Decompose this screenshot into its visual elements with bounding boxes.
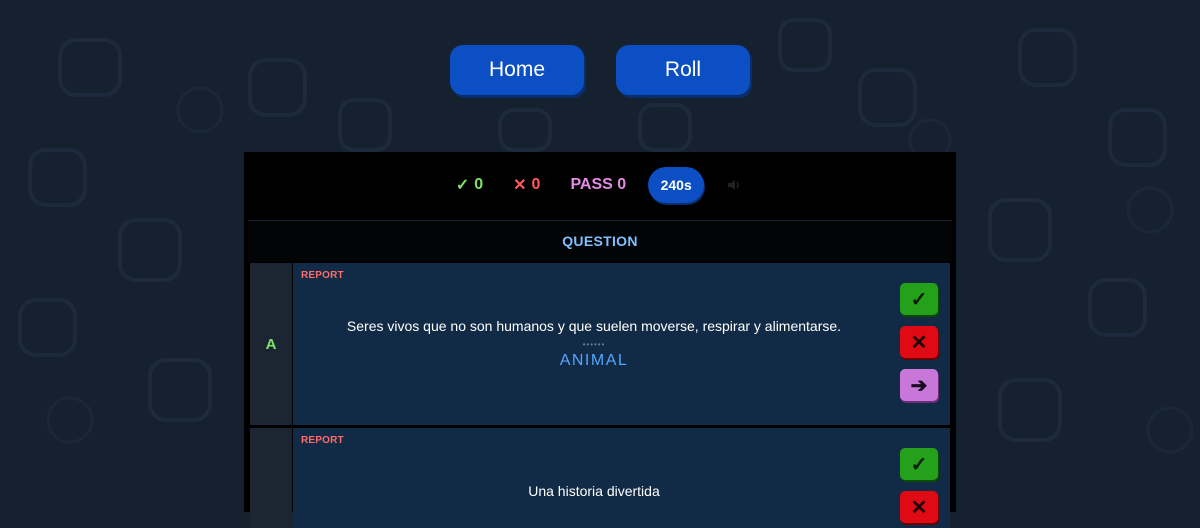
question-clue: Seres vivos que no son humanos y que sue…: [346, 318, 842, 334]
correct-count: ✓ 0: [456, 175, 483, 195]
wrong-count-value: 0: [531, 176, 541, 193]
row-letter: A: [250, 263, 292, 425]
question-row: A REPORT Seres vivos que no son humanos …: [250, 263, 950, 425]
answer-separator: ••••••: [582, 340, 606, 349]
mark-correct-button[interactable]: ✓: [900, 283, 938, 315]
correct-count-value: 0: [474, 176, 484, 193]
report-link[interactable]: REPORT: [301, 435, 344, 446]
skip-button[interactable]: ➔: [900, 369, 938, 401]
question-cell: REPORT Una historia divertida ✓ ✕: [293, 428, 950, 528]
wrong-count: ✕ 0: [513, 175, 540, 195]
timer-badge: 240s: [648, 167, 705, 203]
question-clue: Una historia divertida: [528, 483, 660, 499]
answer-text: ANIMAL: [559, 352, 629, 369]
question-cell: REPORT Seres vivos que no son humanos y …: [293, 263, 950, 425]
question-column-header: QUESTION: [248, 220, 952, 261]
report-link[interactable]: REPORT: [301, 270, 344, 281]
mark-wrong-button[interactable]: ✕: [900, 491, 938, 523]
home-button[interactable]: Home: [450, 45, 584, 95]
game-panel: ✓ 0 ✕ 0 PASS 0 240s QUESTION A REPORT Se…: [244, 152, 956, 528]
row-letter: [250, 428, 292, 528]
question-row: REPORT Una historia divertida ✓ ✕: [250, 428, 950, 528]
check-icon: ✓: [455, 177, 470, 194]
mark-correct-button[interactable]: ✓: [900, 448, 938, 480]
top-navigation: Home Roll: [0, 45, 1200, 95]
status-bar: ✓ 0 ✕ 0 PASS 0 240s: [244, 152, 956, 218]
cross-icon: ✕: [513, 177, 527, 194]
mark-wrong-button[interactable]: ✕: [900, 326, 938, 358]
pass-count: PASS 0: [570, 176, 627, 193]
speaker-icon[interactable]: [726, 176, 744, 194]
roll-button[interactable]: Roll: [616, 45, 750, 95]
